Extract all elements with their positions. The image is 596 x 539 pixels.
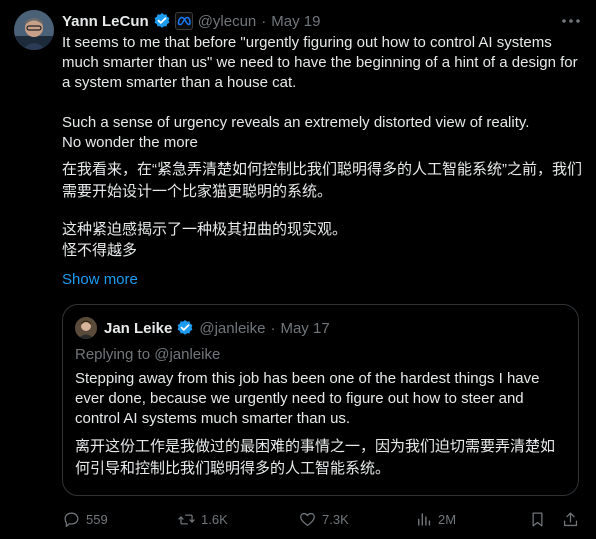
meta-logo-icon[interactable] [174,12,193,30]
bookmark-button[interactable] [528,508,547,530]
share-button[interactable] [561,508,580,530]
quoted-tweet[interactable]: Jan Leike @janleike · May 17 Replying to… [62,304,579,496]
views-count: 2M [438,511,457,527]
show-more-link[interactable]: Show more [62,270,138,290]
separator-dot: · [270,319,276,337]
like-count: 7.3K [322,511,349,527]
author-handle[interactable]: @ylecun [198,13,257,30]
author-name[interactable]: Yann LeCun [62,13,149,30]
tweet-paragraph: 这种紧迫感揭示了一种极其扭曲的现实观。 怪不得越多 [62,221,348,259]
verified-badge-icon[interactable] [176,319,194,337]
separator-dot: · [261,12,267,30]
repost-icon [178,514,195,524]
tweet: Yann LeCun @ylecun · May 19 It seems to … [0,0,596,539]
quoted-paragraph: Stepping away from this job has been one… [75,370,540,427]
share-icon [563,512,578,526]
tweet-date[interactable]: May 19 [271,13,320,30]
like-icon [300,512,315,526]
quoted-author-name[interactable]: Jan Leike [104,320,172,337]
reply-button[interactable]: 559 [62,508,108,530]
reply-count: 559 [86,511,108,527]
quoted-header: Jan Leike @janleike · May 17 [104,317,330,339]
author-avatar[interactable] [14,10,54,50]
views-button[interactable]: 2M [414,508,456,530]
repost-button[interactable]: 1.6K [177,508,228,530]
quoted-author-handle[interactable]: @janleike [199,320,265,337]
quoted-paragraph: 离开这份工作是我做过的最困难的事情之一，因为我们迫切需要弄清楚如何引导和控制比我… [75,438,556,477]
verified-badge-icon[interactable] [153,12,171,30]
tweet-header: Yann LeCun @ylecun · May 19 [62,10,320,32]
views-icon [418,512,431,526]
quoted-author-avatar[interactable] [75,317,97,339]
replying-to[interactable]: Replying to @janleike [75,345,220,365]
quoted-text: Stepping away from this job has been one… [75,369,567,487]
repost-count: 1.6K [201,511,228,527]
action-bar: 559 1.6K 7.3K 2M [62,508,582,530]
quoted-date[interactable]: May 17 [280,320,329,337]
more-icon[interactable] [560,12,582,30]
bookmark-icon [532,512,543,526]
tweet-paragraph: Such a sense of urgency reveals an extre… [62,114,530,151]
like-button[interactable]: 7.3K [298,508,349,530]
tweet-paragraph: 在我看来，在“紧急弄清楚如何控制比我们聪明得多的人工智能系统”之前，我们需要开始… [62,161,582,200]
tweet-paragraph: It seems to me that before "urgently fig… [62,34,578,91]
tweet-text: It seems to me that before "urgently fig… [62,33,582,261]
reply-icon [64,512,79,527]
